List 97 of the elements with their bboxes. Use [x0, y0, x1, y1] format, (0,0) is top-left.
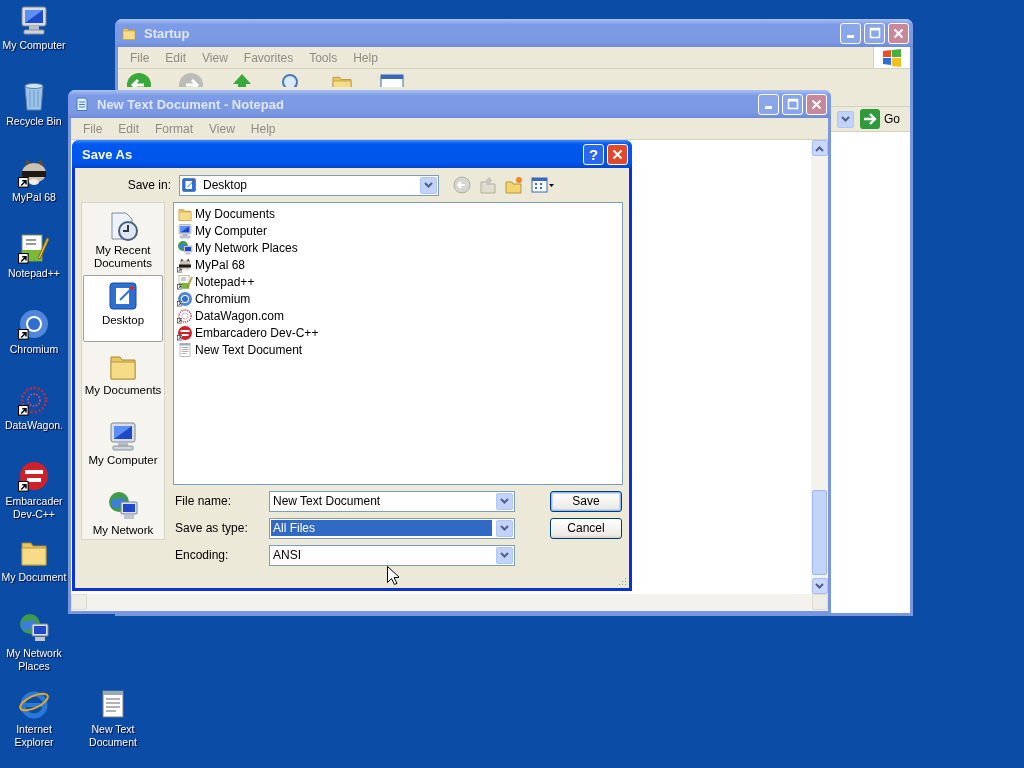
close-icon — [612, 148, 623, 160]
desktop-icon — [107, 280, 139, 312]
shortcut-arrow-icon — [177, 284, 183, 290]
places-item[interactable]: My Documents — [83, 345, 163, 412]
maximize-icon — [786, 98, 799, 110]
desktop-icon-label[interactable]: Notepad++ — [8, 267, 60, 280]
field-label: Save as type: — [174, 521, 249, 535]
shortcut-arrow-icon — [177, 301, 183, 307]
field-label: Encoding: — [174, 548, 230, 562]
notepad-pen-icon[interactable] — [18, 232, 50, 264]
file-list-entry[interactable]: Chromium — [195, 291, 251, 306]
caret-icon — [500, 497, 509, 505]
desktop-icon-label[interactable]: Chromium — [9, 343, 59, 356]
dotted-ring-icon[interactable] — [18, 384, 50, 416]
minimize-button[interactable] — [758, 93, 779, 115]
file-list-entry[interactable]: My Network Places — [195, 240, 298, 255]
desktop-icon-label[interactable]: My Document — [1, 571, 67, 584]
caret-icon — [841, 115, 850, 123]
desktop-icon-label[interactable]: DataWagon. — [5, 419, 63, 432]
go-arrow-icon — [860, 109, 880, 129]
shortcut-arrow-icon — [18, 177, 29, 188]
view-menu-icon[interactable] — [531, 177, 555, 193]
desktop-icon-label[interactable]: Internet Explorer — [0, 723, 68, 749]
shortcut-arrow-icon — [177, 267, 183, 273]
minimize-button[interactable] — [840, 22, 861, 44]
computer-icon[interactable] — [18, 4, 50, 36]
maximize-button[interactable] — [782, 93, 803, 115]
caret-icon[interactable] — [815, 582, 824, 590]
places-item[interactable]: My Recent Documents — [83, 205, 163, 272]
caret-icon — [500, 551, 509, 559]
shortcut-arrow-icon — [18, 253, 29, 264]
resize-grip-icon[interactable] — [617, 576, 627, 586]
dropdown-button[interactable] — [420, 176, 437, 194]
file-list-entry[interactable]: Notepad++ — [195, 274, 255, 289]
places-item[interactable]: My Network — [83, 485, 163, 539]
field-dropdown[interactable]: All Files — [269, 517, 515, 539]
dialog-button[interactable]: Cancel — [550, 517, 622, 539]
desktop-icon-label[interactable]: My Computer — [2, 39, 66, 52]
caret-icon — [500, 524, 509, 532]
vertical-scrollbar[interactable] — [811, 140, 828, 594]
dropdown-button[interactable] — [496, 492, 513, 510]
view-menu-icon[interactable] — [380, 72, 404, 87]
up-caret-icon[interactable] — [815, 144, 824, 152]
save-in-label: Save in: — [126, 178, 171, 192]
places-item[interactable]: My Computer — [83, 415, 163, 482]
folder-icon — [121, 25, 137, 41]
close-button[interactable] — [888, 22, 909, 44]
maximize-icon — [868, 27, 881, 39]
ring-logo-icon[interactable] — [18, 308, 50, 340]
shortcut-arrow-icon — [18, 329, 29, 340]
field-dropdown[interactable]: New Text Document — [269, 490, 515, 512]
go-button[interactable]: Go — [858, 109, 906, 129]
file-list-entry[interactable]: My Computer — [195, 223, 268, 238]
close-icon — [811, 98, 822, 110]
mouse-cursor-icon — [387, 566, 399, 585]
close-button[interactable] — [607, 143, 628, 165]
maximize-button[interactable] — [864, 22, 885, 44]
desktop-icon — [181, 177, 197, 193]
desktop-icon-label[interactable]: My Network Places — [0, 647, 68, 673]
address-dropdown-button[interactable] — [837, 110, 854, 128]
close-button[interactable] — [806, 93, 827, 115]
desktop-icon-label[interactable]: Embarcader Dev-C++ — [0, 495, 68, 521]
minimize-icon — [765, 106, 772, 109]
places-item[interactable]: Desktop — [83, 275, 163, 342]
file-list-entry[interactable]: Embarcadero Dev-C++ — [195, 325, 319, 340]
horizontal-scrollbar[interactable] — [71, 594, 828, 611]
circle-logo-icon[interactable] — [18, 460, 50, 492]
file-list-entry[interactable]: New Text Document — [195, 342, 303, 357]
file-list-entry[interactable]: My Documents — [195, 206, 276, 221]
dialog-title: Save As — [82, 146, 134, 162]
file-list-entry[interactable]: MyPal 68 — [195, 257, 246, 272]
desktop-icon-label[interactable]: Recycle Bin — [6, 115, 62, 128]
dialog-button[interactable]: Save — [550, 490, 622, 512]
scrollbar-thumb[interactable] — [812, 490, 827, 575]
file-list-entry[interactable]: DataWagon.com — [195, 308, 284, 323]
shortcut-arrow-icon — [177, 335, 183, 341]
desktop-icon-label[interactable]: New Text Document — [79, 723, 147, 749]
desktop-icon-label[interactable]: MyPal 68 — [12, 191, 56, 204]
caret-icon — [424, 181, 433, 189]
up-arrow-icon[interactable] — [230, 72, 254, 87]
close-icon — [893, 27, 904, 39]
window-title: New Text Document - Notepad — [97, 96, 285, 112]
field-dropdown[interactable]: ANSI — [269, 544, 515, 566]
notepad-icon — [74, 96, 90, 112]
shortcut-arrow-icon — [18, 481, 29, 492]
field-label: File name: — [174, 494, 233, 508]
dropdown-button[interactable] — [496, 546, 513, 564]
computer-icon — [107, 420, 139, 452]
save-in-dropdown[interactable]: Desktop — [179, 174, 439, 196]
minimize-icon — [847, 35, 854, 38]
dropdown-button[interactable] — [496, 519, 513, 537]
help-button[interactable]: ? — [583, 143, 604, 165]
network-globe-icon[interactable] — [18, 612, 50, 644]
window-title: Startup — [144, 25, 191, 41]
network-globe-icon — [107, 490, 139, 522]
shortcut-arrow-icon — [18, 405, 29, 416]
shortcut-arrow-icon — [177, 318, 183, 324]
